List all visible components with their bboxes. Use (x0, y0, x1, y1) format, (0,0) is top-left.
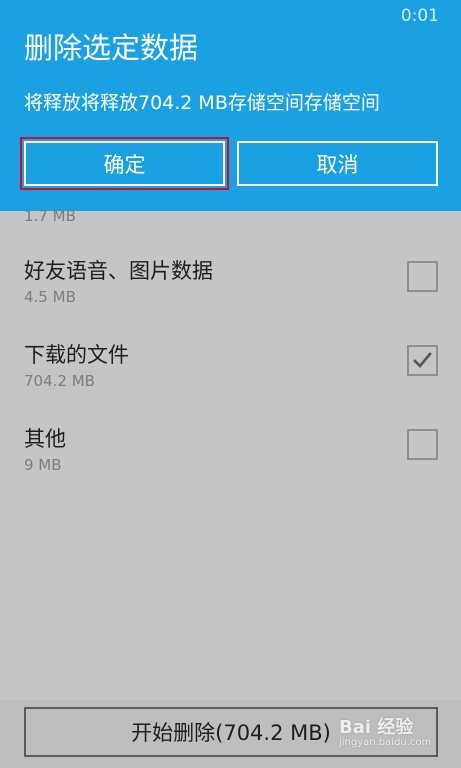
dialog-message: 将释放将释放704.2 MB存储空间存储空间 (24, 92, 380, 114)
checkmark-icon (413, 352, 432, 368)
item-title: 好友语音、图片数据 (24, 259, 213, 283)
watermark-logo: Bai 经验 (339, 717, 414, 738)
item-size: 704.2 MB (24, 372, 95, 390)
baidu-jingyan-watermark: Bai 经验 jingyan.baidu.com (339, 713, 435, 753)
cancel-button[interactable]: 取消 (237, 141, 438, 186)
item-size: 4.5 MB (24, 288, 76, 306)
list-item-other[interactable]: 其他 9 MB (0, 425, 461, 505)
item-title: 其他 (24, 427, 66, 451)
list-item-friend-media[interactable]: 好友语音、图片数据 4.5 MB (0, 257, 461, 337)
dialog-title: 删除选定数据 (24, 31, 199, 65)
list-item-downloaded-files[interactable]: 下载的文件 704.2 MB (0, 341, 461, 421)
item-size: 9 MB (24, 456, 62, 474)
status-clock: 0:01 (400, 6, 439, 26)
checkbox-checked[interactable] (407, 345, 438, 376)
watermark-url: jingyan.baidu.com (339, 737, 432, 748)
item-title: 下载的文件 (24, 343, 129, 367)
checkbox-unchecked[interactable] (407, 261, 438, 292)
ok-button[interactable]: 确定 (24, 141, 225, 186)
partial-item-size: 1.7 MB (24, 207, 76, 225)
checkbox-unchecked[interactable] (407, 429, 438, 460)
delete-confirm-dialog: 0:01 删除选定数据 将释放将释放704.2 MB存储空间存储空间 确定 取消 (0, 0, 461, 211)
